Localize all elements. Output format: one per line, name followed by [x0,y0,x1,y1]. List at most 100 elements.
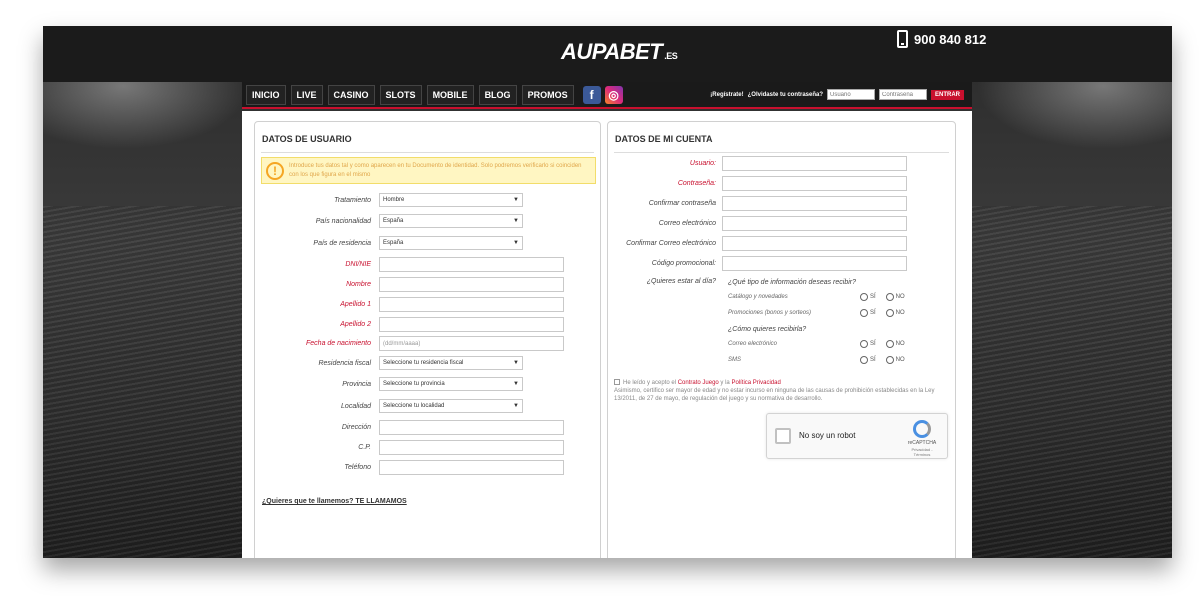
phone-number: 900 840 812 [914,31,987,47]
password-input[interactable] [722,176,907,191]
surname2-input[interactable] [379,317,564,332]
registration-content: DATOS DE USUARIO ! Introduce tus datos t… [242,111,972,558]
radio-group: SÍ NO [860,356,905,364]
field-label: Apellido 1 [340,301,371,308]
radio-no[interactable]: NO [885,293,905,301]
select-value: Seleccione tu localidad [383,403,445,409]
field-label: Nombre [346,281,371,288]
residence-country-select[interactable]: España ▼ [379,236,523,250]
login-password-input[interactable] [879,89,927,100]
field-label: Confirmar Correo electrónico [626,240,716,247]
radio-no[interactable]: NO [885,340,905,348]
field-row: Localidad Seleccione tu localidad ▼ [255,399,523,413]
radio-yes[interactable]: SÍ [860,340,876,348]
select-value: Seleccione tu provincia [383,381,445,387]
birthdate-input[interactable]: (dd/mm/aaaa) [379,336,564,351]
login-button[interactable]: ENTRAR [931,89,964,100]
radio-no[interactable]: NO [885,356,905,364]
radio-label: NO [895,310,905,316]
field-label: Dirección [341,424,371,431]
site-logo[interactable]: AUPABET .ES [561,39,678,65]
call-me-link[interactable]: ¿Quieres que te llamemos? TE LLAMAMOS [262,498,407,505]
select-value: España [383,240,404,246]
nationality-select[interactable]: España ▼ [379,214,523,228]
captcha-links[interactable]: Privacidad - Términos [903,447,941,457]
contract-link[interactable]: Contrato Juego [678,380,719,386]
promo-code-input[interactable] [722,256,907,271]
page-frame: AUPABET .ES 900 840 812 INICIO LIVE CASIN… [43,26,1172,558]
field-row: Fecha de nacimiento (dd/mm/aaaa) [255,336,564,351]
radio-circle-icon [885,293,894,301]
confirm-password-input[interactable] [722,196,907,211]
field-label: Confirmar contraseña [648,200,716,207]
account-data-panel: DATOS DE MI CUENTA Usuario: Contraseña: … [607,121,956,558]
tratamiento-select[interactable]: Hombre ▼ [379,193,523,207]
radio-yes[interactable]: SÍ [860,309,876,317]
nav-inicio[interactable]: INICIO [246,84,286,105]
login-username-input[interactable] [827,89,875,100]
field-label: Código promocional: [651,260,716,267]
legal-and: y la [720,380,730,386]
dni-input[interactable] [379,257,564,272]
caret-down-icon: ▼ [513,197,519,203]
info-question: ¿Qué tipo de información deseas recibir? [728,279,857,286]
radio-circle-icon [885,356,894,364]
field-label: Usuario: [689,160,716,167]
user-panel-title: DATOS DE USUARIO [262,134,352,144]
fiscal-residence-select[interactable]: Seleccione tu residencia fiscal ▼ [379,356,523,370]
facebook-icon[interactable]: f [582,85,601,104]
birthdate-placeholder: (dd/mm/aaaa) [383,340,421,347]
name-input[interactable] [379,277,564,292]
forgot-password-link[interactable]: ¿Olvidaste tu contraseña? [748,92,823,98]
nav-live[interactable]: LIVE [290,84,323,105]
radio-label: SÍ [870,294,876,300]
field-row: Apellido 1 [255,297,564,312]
nav-slots[interactable]: SLOTS [379,84,422,105]
email-input[interactable] [722,216,907,231]
field-label: C.P. [358,444,371,451]
register-link[interactable]: ¡Regístrate! [710,92,743,98]
field-label: Fecha de nacimiento [306,340,371,347]
username-input[interactable] [722,156,907,171]
identity-warning: ! Introduce tus datos tal y como aparece… [261,157,596,184]
warning-text: Introduce tus datos tal y como aparecen … [289,163,582,178]
address-input[interactable] [379,420,564,435]
accept-terms-checkbox[interactable] [614,379,620,386]
field-row: País nacionalidad España ▼ [255,214,523,228]
field-row: Confirmar contraseña [608,196,907,211]
instagram-icon[interactable]: ◎ [604,85,623,104]
radio-yes[interactable]: SÍ [860,356,876,364]
field-row: Provincia Seleccione tu provincia ▼ [255,377,523,391]
field-row: Residencia fiscal Seleccione tu residenc… [255,356,523,370]
recaptcha-widget: No soy un robot reCAPTCHA Privacidad - T… [766,413,948,459]
recaptcha-icon [913,420,931,438]
phone-input[interactable] [379,460,564,475]
nav-blog[interactable]: BLOG [478,84,517,105]
field-row: Usuario: [608,156,907,171]
locality-select[interactable]: Seleccione tu localidad ▼ [379,399,523,413]
privacy-link[interactable]: Política Privacidad [731,380,780,386]
captcha-checkbox[interactable] [775,428,791,444]
radio-group: SÍ NO [860,309,905,317]
field-label: Correo electrónico [658,220,716,227]
top-header: AUPABET .ES 900 840 812 [43,26,1172,82]
nav-casino[interactable]: CASINO [327,84,375,105]
field-label: Localidad [341,402,371,410]
nav-promos[interactable]: PROMOS [521,84,574,105]
radio-no[interactable]: NO [885,309,905,317]
field-label: Contraseña: [677,180,716,187]
postal-code-input[interactable] [379,440,564,455]
field-row: País de residencia España ▼ [255,236,523,250]
nav-mobile[interactable]: MOBILE [426,84,474,105]
surname1-input[interactable] [379,297,564,312]
province-select[interactable]: Seleccione tu provincia ▼ [379,377,523,391]
caret-down-icon: ▼ [513,381,519,387]
caret-down-icon: ▼ [513,360,519,366]
select-value: Hombre [383,197,405,203]
confirm-email-input[interactable] [722,236,907,251]
field-row: Contraseña: [608,176,907,191]
radio-yes[interactable]: SÍ [860,293,876,301]
warning-icon: ! [266,162,284,180]
channel-option: Correo electrónico [728,341,778,347]
radio-label: NO [895,294,905,300]
